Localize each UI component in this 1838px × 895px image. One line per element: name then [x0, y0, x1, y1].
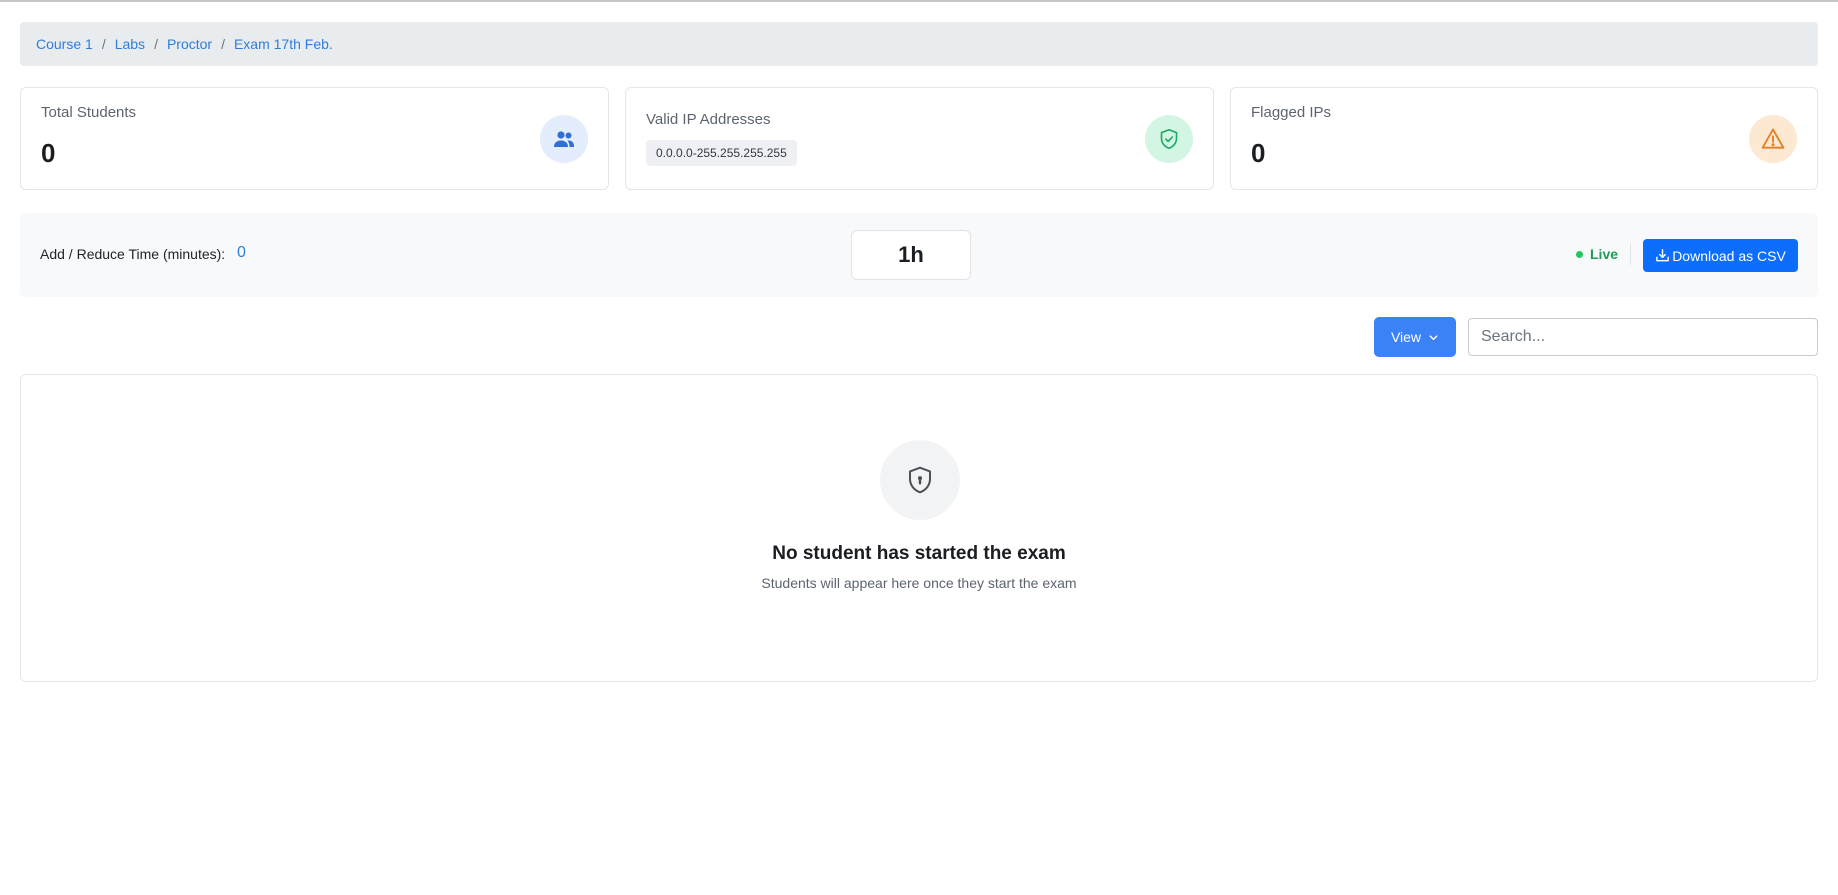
view-label: View — [1390, 329, 1422, 345]
exam-timer: 1h — [851, 230, 971, 280]
breadcrumb-separator: / — [221, 36, 225, 52]
search-input[interactable] — [1468, 318, 1818, 356]
flagged-ips-value: 0 — [1251, 138, 1266, 168]
download-icon — [1656, 249, 1670, 262]
live-status: Live — [1576, 246, 1618, 262]
valid-ip-card: Valid IP Addresses 0.0.0.0-255.255.255.2… — [625, 87, 1214, 190]
breadcrumb-separator: / — [101, 36, 106, 52]
breadcrumb-course[interactable]: Course 1 — [36, 36, 93, 52]
total-students-value: 0 — [41, 138, 56, 168]
empty-state-title: No student has started the exam — [772, 543, 1066, 564]
warning-icon — [1749, 115, 1797, 163]
view-dropdown-button[interactable]: View — [1374, 317, 1456, 357]
valid-ip-label: Valid IP Addresses — [646, 111, 771, 128]
divider — [1630, 243, 1631, 265]
valid-ip-range-badge: 0.0.0.0-255.255.255.255 — [646, 140, 797, 166]
top-border — [0, 0, 1838, 2]
shield-lock-icon — [880, 440, 960, 520]
empty-state-subtitle: Students will appear here once they star… — [761, 575, 1077, 591]
flagged-ips-card: Flagged IPs 0 — [1230, 87, 1818, 190]
time-adjust-value[interactable]: 0 — [237, 244, 246, 262]
breadcrumb-separator: / — [154, 36, 158, 52]
live-dot-icon — [1576, 250, 1583, 258]
users-icon — [540, 115, 588, 163]
download-csv-label: Download as CSV — [1672, 247, 1786, 264]
shield-check-icon — [1145, 115, 1193, 163]
live-label: Live — [1590, 246, 1619, 262]
breadcrumb: Course 1 / Labs / Proctor / Exam 17th Fe… — [20, 22, 1818, 66]
time-adjust-label: Add / Reduce Time (minutes): — [40, 246, 226, 262]
download-csv-button[interactable]: Download as CSV — [1643, 239, 1798, 272]
total-students-label: Total Students — [41, 104, 137, 121]
chevron-down-icon — [1429, 334, 1438, 340]
total-students-card: Total Students 0 — [20, 87, 609, 190]
breadcrumb-labs[interactable]: Labs — [115, 36, 145, 52]
time-control-bar: Add / Reduce Time (minutes): 0 1h Live D… — [20, 213, 1818, 297]
empty-state-panel: No student has started the exam Students… — [20, 374, 1818, 682]
breadcrumb-exam[interactable]: Exam 17th Feb. — [234, 36, 333, 52]
breadcrumb-proctor[interactable]: Proctor — [167, 36, 212, 52]
flagged-ips-label: Flagged IPs — [1251, 104, 1332, 121]
